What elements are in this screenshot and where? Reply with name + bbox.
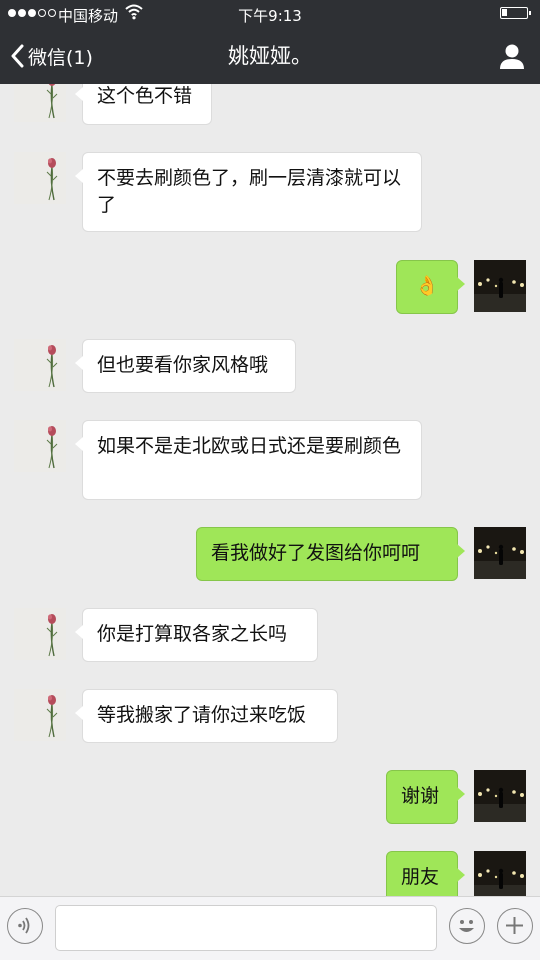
contact-avatar[interactable] [14, 689, 66, 741]
received-message[interactable]: 你是打算取各家之长吗 [75, 608, 318, 662]
message-list[interactable]: 这个色不错 不要去刷颜色了，刷一层清漆就可以了 👌 但也要看你家风格哦 如果不是… [0, 84, 540, 896]
emoji-icon [459, 920, 474, 932]
contact-avatar[interactable] [14, 608, 66, 660]
chevron-left-icon [11, 44, 24, 68]
voice-button[interactable] [7, 908, 43, 944]
received-message[interactable]: 等我搬家了请你过来吃饭 [75, 689, 338, 743]
flower-avatar-image [46, 614, 58, 657]
emoji-button[interactable] [449, 908, 485, 944]
top-bar: 中国移动 下午9:13 微信(1) 姚娅娅。 [0, 0, 540, 84]
contact-avatar[interactable] [14, 152, 66, 204]
my-avatar[interactable] [474, 851, 526, 896]
message-input[interactable] [55, 905, 437, 951]
my-avatar[interactable] [474, 770, 526, 822]
received-message[interactable]: 但也要看你家风格哦 [75, 339, 296, 393]
sent-message[interactable]: 👌 [396, 260, 465, 314]
my-avatar[interactable] [474, 527, 526, 579]
received-message[interactable]: 不要去刷颜色了，刷一层清漆就可以了 [75, 152, 422, 232]
night-street-avatar-image [474, 527, 526, 579]
my-avatar[interactable] [474, 260, 526, 312]
received-message[interactable]: 如果不是走北欧或日式还是要刷颜色 [75, 420, 422, 500]
contact-avatar[interactable] [14, 420, 66, 472]
voice-icon [18, 917, 30, 934]
input-bar [0, 896, 540, 960]
night-street-avatar-image [474, 851, 526, 896]
contact-avatar[interactable] [14, 84, 66, 122]
back-label: 微信(1) [28, 46, 93, 69]
nav-bar: 微信(1) 姚娅娅。 [0, 28, 540, 84]
received-message[interactable]: 这个色不错 [75, 84, 212, 125]
flower-avatar-image [46, 426, 58, 469]
sent-message[interactable]: 谢谢 [386, 770, 465, 824]
flower-avatar-image [46, 158, 58, 201]
contact-avatar[interactable] [14, 339, 66, 391]
sent-message[interactable]: 朋友 [386, 851, 465, 896]
battery-icon [500, 7, 531, 19]
night-street-avatar-image [474, 770, 526, 822]
sent-message[interactable]: 看我做好了发图给你呵呵 [196, 527, 465, 581]
person-icon[interactable] [498, 42, 526, 70]
night-street-avatar-image [474, 260, 526, 312]
status-bar: 中国移动 下午9:13 [0, 0, 540, 28]
flower-avatar-image [46, 345, 58, 388]
plus-icon [506, 917, 523, 934]
flower-avatar-image [46, 84, 58, 119]
flower-avatar-image [46, 695, 58, 738]
status-time: 下午9:13 [238, 7, 302, 25]
plus-button[interactable] [497, 908, 533, 944]
back-button[interactable]: 微信(1) [10, 28, 93, 84]
